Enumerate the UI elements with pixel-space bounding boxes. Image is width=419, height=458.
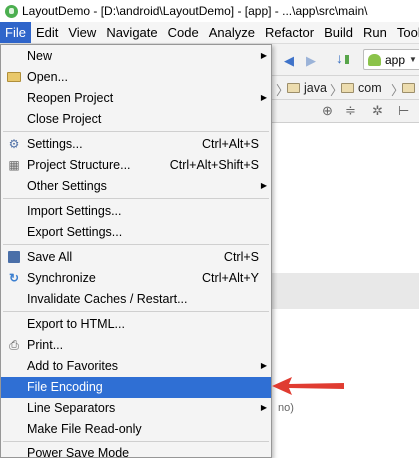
- breadcrumb-item-com[interactable]: com: [341, 79, 382, 97]
- menu-item-print[interactable]: ⎙ Print...: [1, 335, 271, 356]
- menu-item-label: Synchronize: [27, 271, 96, 285]
- submenu-arrow-icon: ▶: [260, 181, 267, 190]
- menu-refactor[interactable]: Refactor: [260, 22, 319, 43]
- menu-run[interactable]: Run: [358, 22, 392, 43]
- make-project-icon[interactable]: [336, 50, 350, 68]
- project-structure-icon: ▦: [8, 158, 20, 172]
- folder-icon: [287, 83, 300, 93]
- menu-item-other-settings[interactable]: Other Settings ▶: [1, 176, 271, 197]
- android-icon: [368, 53, 381, 66]
- breadcrumb-label: java: [304, 81, 327, 95]
- menu-item-label: Open...: [27, 70, 68, 84]
- menu-separator: [3, 244, 269, 245]
- menu-item-shortcut: Ctrl+Alt+Shift+S: [169, 158, 259, 172]
- menu-item-shortcut: Ctrl+Alt+S: [202, 137, 259, 151]
- menu-item-shortcut: Ctrl+Alt+Y: [202, 271, 259, 285]
- menu-item-label: Export to HTML...: [27, 317, 125, 331]
- menu-item-label: Import Settings...: [27, 204, 122, 218]
- menu-item-power-save-mode[interactable]: Power Save Mode: [1, 443, 271, 458]
- submenu-arrow-icon: ▶: [260, 361, 267, 370]
- menu-item-label: Add to Favorites: [27, 359, 119, 373]
- menu-item-label: Reopen Project: [27, 91, 114, 105]
- menu-item-settings[interactable]: ⚙ Settings... Ctrl+Alt+S: [1, 134, 271, 155]
- menu-item-project-structure[interactable]: ▦ Project Structure... Ctrl+Alt+Shift+S: [1, 155, 271, 176]
- folder-icon: [402, 83, 415, 93]
- menu-item-save-all[interactable]: Save All Ctrl+S: [1, 247, 271, 268]
- menu-navigate[interactable]: Navigate: [101, 22, 162, 43]
- back-arrow-icon[interactable]: ◀: [284, 53, 294, 69]
- menu-bar: File Edit View Navigate Code Analyze Ref…: [0, 22, 419, 44]
- menu-item-open[interactable]: Open...: [1, 67, 271, 88]
- breadcrumb-label: com: [358, 81, 382, 95]
- menu-item-add-to-favorites[interactable]: Add to Favorites ▶: [1, 356, 271, 377]
- submenu-arrow-icon: ▶: [260, 51, 267, 60]
- forward-arrow-icon[interactable]: ▶: [306, 53, 316, 69]
- menu-item-invalidate-caches[interactable]: Invalidate Caches / Restart...: [1, 289, 271, 310]
- menu-item-label: Print...: [27, 338, 64, 352]
- settings-icon: ⚙: [8, 137, 20, 151]
- menu-analyze[interactable]: Analyze: [204, 22, 260, 43]
- menu-view[interactable]: View: [63, 22, 101, 43]
- menu-item-label: Save All: [27, 250, 73, 264]
- menu-edit[interactable]: Edit: [31, 22, 63, 43]
- menu-item-label: Make File Read-only: [27, 422, 142, 436]
- menu-item-label: Settings...: [27, 137, 83, 151]
- menu-separator: [3, 441, 269, 442]
- menu-item-label: Invalidate Caches / Restart...: [27, 292, 188, 306]
- file-menu: New ▶ Open... Reopen Project ▶ Close Pro…: [0, 44, 272, 458]
- submenu-arrow-icon: ▶: [260, 93, 267, 102]
- title-bar: LayoutDemo - [D:\android\LayoutDemo] - […: [0, 0, 419, 22]
- menu-separator: [3, 198, 269, 199]
- menu-item-new[interactable]: New ▶: [1, 46, 271, 67]
- run-configuration-select[interactable]: app ▼: [363, 49, 419, 70]
- breadcrumb-item-java[interactable]: java: [287, 79, 327, 97]
- menu-file[interactable]: File: [0, 22, 31, 43]
- menu-item-shortcut: Ctrl+S: [223, 250, 259, 264]
- breadcrumb-item-a[interactable]: a: [402, 79, 419, 97]
- menu-item-label: Project Structure...: [27, 158, 131, 172]
- menu-item-file-encoding[interactable]: File Encoding: [1, 377, 271, 398]
- menu-item-export-to-html[interactable]: Export to HTML...: [1, 314, 271, 335]
- menu-separator: [3, 311, 269, 312]
- editor-hint-text: no): [278, 402, 294, 414]
- menu-item-synchronize[interactable]: ↻ Synchronize Ctrl+Alt+Y: [1, 268, 271, 289]
- run-configuration-label: app: [385, 52, 406, 67]
- menu-item-export-settings[interactable]: Export Settings...: [1, 222, 271, 243]
- menu-item-label: Other Settings: [27, 179, 107, 193]
- menu-code[interactable]: Code: [163, 22, 204, 43]
- submenu-arrow-icon: ▶: [260, 403, 267, 412]
- menu-item-label: Close Project: [27, 112, 102, 126]
- chevron-down-icon: ▼: [409, 55, 417, 64]
- folder-icon: [341, 83, 354, 93]
- collapse-icon[interactable]: ≑: [345, 103, 356, 119]
- menu-item-label: New: [27, 49, 53, 63]
- menu-item-reopen-project[interactable]: Reopen Project ▶: [1, 88, 271, 109]
- menu-item-label: Line Separators: [27, 401, 116, 415]
- menu-item-line-separators[interactable]: Line Separators ▶: [1, 398, 271, 419]
- gear-icon[interactable]: ✲: [372, 103, 383, 119]
- menu-separator: [3, 131, 269, 132]
- window-title: LayoutDemo - [D:\android\LayoutDemo] - […: [22, 4, 368, 18]
- folder-icon: [7, 72, 21, 82]
- menu-item-make-file-read-only[interactable]: Make File Read-only: [1, 419, 271, 440]
- print-icon: ⎙: [9, 338, 19, 352]
- sync-icon: ↻: [8, 271, 20, 285]
- menu-item-close-project[interactable]: Close Project: [1, 109, 271, 130]
- menu-item-label: Power Save Mode: [27, 446, 130, 458]
- menu-item-label: Export Settings...: [27, 225, 123, 239]
- menu-item-label: File Encoding: [27, 380, 103, 394]
- menu-build[interactable]: Build: [319, 22, 358, 43]
- target-icon[interactable]: ⊕: [322, 103, 333, 119]
- android-studio-icon: [5, 4, 18, 18]
- hide-icon[interactable]: ⊢: [398, 103, 409, 119]
- menu-item-import-settings[interactable]: Import Settings...: [1, 201, 271, 222]
- menu-tools[interactable]: Tools: [392, 22, 419, 43]
- annotation-arrow-icon: [272, 377, 344, 395]
- save-icon: [8, 251, 20, 263]
